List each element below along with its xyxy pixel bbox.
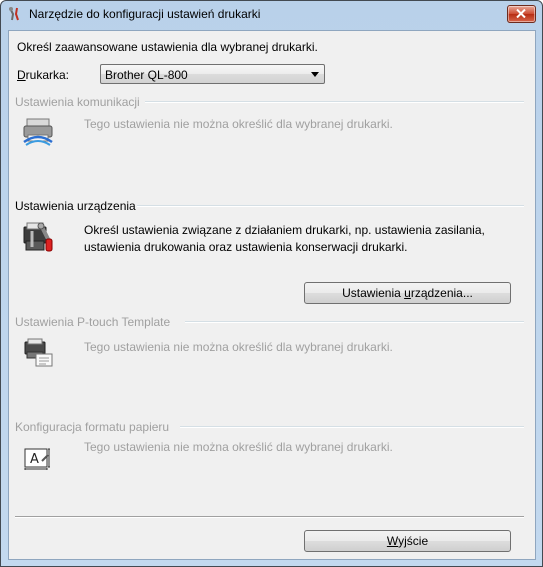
ptouch-section-description: Tego ustawienia nie można określić dla w… [84, 340, 393, 354]
device-section-description-line2: ustawienia drukowania oraz ustawienia ko… [84, 240, 408, 254]
close-button[interactable] [507, 5, 536, 23]
printer-network-icon [22, 115, 54, 147]
exit-button[interactable]: Wyjście [304, 530, 511, 552]
dialog-window: Narzędzie do konfiguracji ustawień druka… [0, 0, 543, 567]
communication-section-title: Ustawienia komunikacji [15, 95, 140, 109]
printer-label-accesskey: D [17, 68, 26, 82]
title-bar[interactable]: Narzędzie do konfiguracji ustawień druka… [1, 1, 542, 28]
chevron-down-icon [311, 72, 319, 77]
communication-section-divider [145, 101, 524, 103]
paper-section-divider [180, 426, 524, 428]
paper-format-icon: A [22, 441, 54, 473]
device-settings-button-suffix: rządzenia... [410, 286, 473, 300]
window-title: Narzędzie do konfiguracji ustawień druka… [29, 7, 261, 21]
printer-label-text: rukarka: [25, 68, 70, 82]
dialog-content: Określ zaawansowane ustawienia dla wybra… [8, 30, 536, 560]
device-section-divider [137, 205, 524, 207]
device-settings-button-accesskey: u [404, 286, 411, 300]
svg-text:A: A [30, 452, 39, 467]
ptouch-section-divider [185, 321, 524, 323]
printer-tools-icon [22, 221, 54, 253]
device-settings-button[interactable]: Ustawienia urządzenia... [304, 282, 511, 304]
close-icon [516, 9, 526, 18]
device-settings-button-prefix: Ustawienia [342, 286, 405, 300]
communication-section-description: Tego ustawienia nie można określić dla w… [84, 117, 393, 131]
printer-tool-icon [7, 6, 23, 22]
printer-label: Drukarka: [17, 68, 69, 82]
exit-button-label: yjście [398, 534, 429, 548]
paper-section-title: Konfiguracja formatu papieru [15, 420, 170, 434]
intro-text: Określ zaawansowane ustawienia dla wybra… [17, 40, 318, 54]
exit-button-accesskey: W [386, 534, 399, 548]
paper-section-description: Tego ustawienia nie można określić dla w… [84, 440, 393, 454]
footer-separator [15, 516, 524, 518]
device-section-description-line1: Określ ustawienia związane z działaniem … [84, 223, 485, 237]
printer-template-icon [22, 336, 54, 368]
printer-select-value: Brother QL-800 [105, 68, 188, 82]
printer-select[interactable]: Brother QL-800 [100, 64, 325, 84]
device-section-title: Ustawienia urządzenia [15, 199, 136, 213]
ptouch-section-title: Ustawienia P-touch Template [15, 315, 171, 329]
